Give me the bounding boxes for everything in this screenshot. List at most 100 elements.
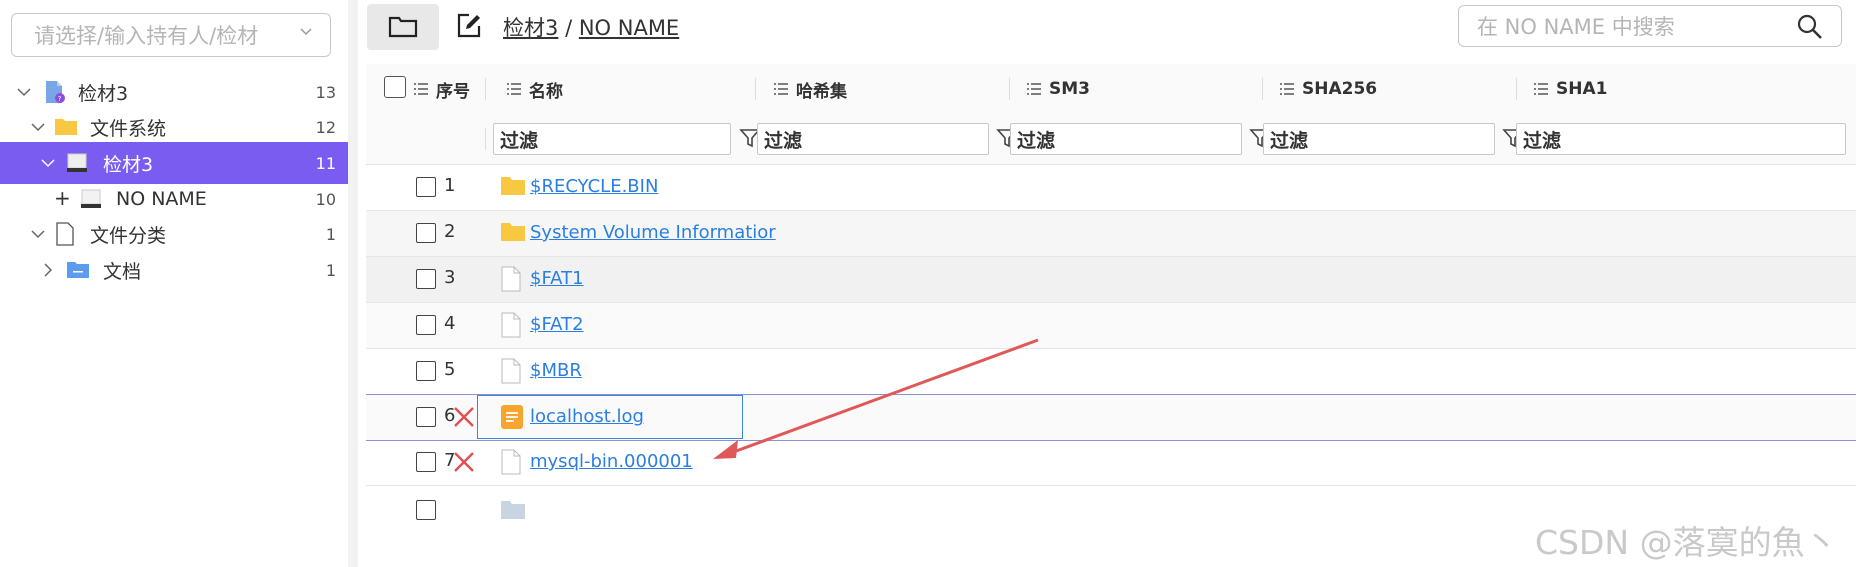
- list-icon: [1280, 83, 1294, 95]
- deleted-mark-icon: [454, 452, 474, 472]
- select-all-checkbox[interactable]: [384, 76, 406, 98]
- column-header-index[interactable]: 序号: [414, 64, 470, 114]
- tree-item-count: 11: [315, 153, 336, 173]
- tree-item-count: 1: [325, 224, 336, 244]
- table-row[interactable]: 1 $RECYCLE.BIN: [366, 165, 1856, 211]
- folder-icon: [388, 16, 418, 38]
- column-header-label: SHA256: [1302, 79, 1378, 99]
- tree-item-count: 13: [315, 82, 336, 102]
- tree-item-label: 检材3: [78, 82, 129, 105]
- document-icon: [56, 222, 74, 246]
- column-header-sha1[interactable]: SHA1: [1534, 64, 1607, 114]
- expand-plus-icon[interactable]: +: [54, 186, 71, 210]
- chevron-down-icon[interactable]: [16, 84, 32, 100]
- column-separator[interactable]: [1516, 78, 1517, 100]
- tree-item-label: 文档: [103, 260, 142, 283]
- row-checkbox[interactable]: [416, 407, 436, 427]
- file-name-link[interactable]: $RECYCLE.BIN: [530, 176, 658, 197]
- filter-input-sha256[interactable]: 过滤: [1263, 123, 1495, 155]
- list-icon: [507, 83, 521, 95]
- breadcrumb-root[interactable]: 检材3: [503, 16, 558, 40]
- edit-icon[interactable]: [455, 12, 483, 40]
- tree-item-count: 12: [315, 117, 336, 137]
- filter-placeholder: 过滤: [1523, 129, 1562, 152]
- filter-placeholder: 过滤: [1270, 129, 1309, 152]
- tree-item-documents[interactable]: 文档 1: [0, 249, 348, 291]
- file-name-link[interactable]: mysql-bin.000001: [530, 451, 693, 472]
- row-checkbox[interactable]: [416, 452, 436, 472]
- filter-input-sm3[interactable]: 过滤: [1010, 123, 1242, 155]
- file-name-link[interactable]: System Volume Informatior: [530, 222, 776, 243]
- folder-icon: [501, 177, 525, 195]
- row-checkbox[interactable]: [416, 177, 436, 197]
- tree-item-label: 文件系统: [90, 117, 167, 140]
- column-separator[interactable]: [755, 78, 756, 100]
- table-row[interactable]: 4 $FAT2: [366, 303, 1856, 349]
- file-name-link[interactable]: $FAT2: [530, 314, 584, 335]
- row-checkbox[interactable]: [416, 315, 436, 335]
- panel-divider[interactable]: [348, 0, 358, 567]
- filter-placeholder: 过滤: [500, 129, 539, 152]
- table-row[interactable]: 3 $FAT1: [366, 257, 1856, 303]
- table-row[interactable]: 6 localhost.log: [366, 394, 1856, 441]
- folder-icon: [501, 501, 525, 519]
- file-name-link[interactable]: localhost.log: [530, 406, 644, 427]
- row-index: 1: [444, 175, 456, 196]
- table-row[interactable]: 7 mysql-bin.000001: [366, 440, 1856, 486]
- owner-select-placeholder: 请选择/输入持有人/检材: [34, 24, 259, 48]
- folder-view-button[interactable]: [367, 4, 439, 50]
- column-header-label: SM3: [1049, 79, 1090, 99]
- tree-item-count: 10: [315, 189, 336, 209]
- table-row[interactable]: 2 System Volume Informatior: [366, 211, 1856, 257]
- list-icon: [1534, 83, 1548, 95]
- row-checkbox[interactable]: [416, 500, 436, 520]
- table-row[interactable]: 5 $MBR: [366, 349, 1856, 395]
- column-separator[interactable]: [485, 78, 486, 100]
- table-header: 序号 名称 哈希集 SM3 SHA256 SHA1: [366, 64, 1856, 115]
- column-header-name[interactable]: 名称: [507, 64, 563, 114]
- row-checkbox[interactable]: [416, 223, 436, 243]
- chevron-down-icon[interactable]: [40, 155, 56, 171]
- filter-placeholder: 过滤: [1017, 129, 1056, 152]
- column-header-label: 哈希集: [796, 81, 847, 102]
- filter-row: 过滤 过滤 过滤 过滤 过滤: [366, 114, 1856, 165]
- file-table: 序号 名称 哈希集 SM3 SHA256 SHA1 过滤 过滤 过滤 过滤 过滤…: [366, 56, 1856, 567]
- column-separator[interactable]: [1262, 78, 1263, 100]
- chevron-down-icon[interactable]: [30, 119, 46, 135]
- column-header-label: 序号: [436, 81, 470, 102]
- file-name-link[interactable]: $MBR: [530, 360, 582, 381]
- search-icon[interactable]: [1797, 14, 1823, 40]
- column-header-label: SHA1: [1556, 79, 1608, 99]
- column-header-label: 名称: [529, 81, 563, 102]
- file-icon: [501, 266, 521, 292]
- breadcrumb: 检材3 / NO NAME: [503, 12, 679, 42]
- breadcrumb-separator: /: [565, 16, 573, 40]
- row-index: 5: [444, 359, 456, 380]
- search-input[interactable]: 在 NO NAME 中搜索: [1458, 5, 1842, 47]
- filter-input-name[interactable]: 过滤: [493, 123, 731, 155]
- row-checkbox[interactable]: [416, 269, 436, 289]
- column-separator[interactable]: [1009, 78, 1010, 100]
- file-name-link[interactable]: $FAT1: [530, 268, 584, 289]
- tree-item-label: NO NAME: [116, 188, 207, 210]
- log-file-icon: [501, 405, 523, 429]
- tree-item-label: 检材3: [103, 153, 154, 176]
- folder-icon: [501, 223, 525, 241]
- owner-select[interactable]: 请选择/输入持有人/检材: [11, 13, 331, 57]
- column-header-sm3[interactable]: SM3: [1027, 64, 1090, 114]
- evidence-icon: ?: [46, 81, 65, 103]
- column-separator: [485, 128, 486, 150]
- list-icon: [414, 83, 428, 95]
- filter-input-sha1[interactable]: 过滤: [1516, 123, 1846, 155]
- folder-icon: [67, 262, 89, 278]
- chevron-down-icon[interactable]: [30, 226, 46, 242]
- filter-input-hashset[interactable]: 过滤: [757, 123, 989, 155]
- tree-item-count: 1: [325, 260, 336, 280]
- column-header-sha256[interactable]: SHA256: [1280, 64, 1377, 114]
- row-checkbox[interactable]: [416, 361, 436, 381]
- column-header-hashset[interactable]: 哈希集: [774, 64, 847, 114]
- file-icon: [501, 449, 521, 475]
- breadcrumb-current[interactable]: NO NAME: [579, 16, 679, 40]
- file-icon: [501, 312, 521, 338]
- chevron-right-icon[interactable]: [40, 262, 56, 278]
